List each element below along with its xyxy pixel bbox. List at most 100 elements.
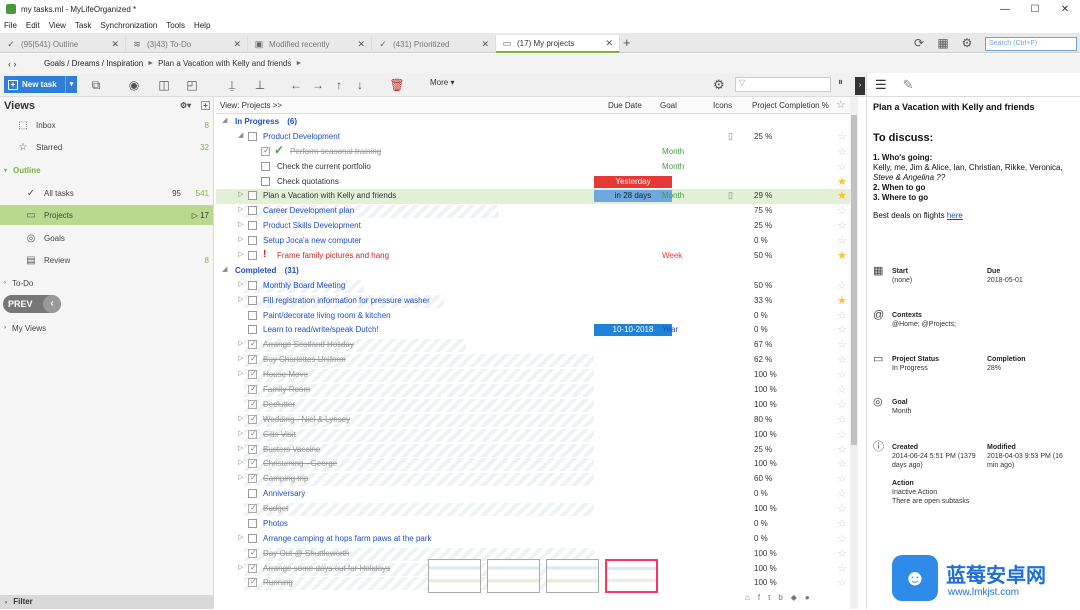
thumbnail[interactable] bbox=[605, 559, 658, 593]
due-date-column-header[interactable]: Due Date bbox=[608, 101, 642, 110]
table-row[interactable]: Anniversary 0 % ☆ bbox=[216, 487, 850, 502]
sidebar-item-all-tasks[interactable]: ✓ All tasks 95 541 bbox=[0, 183, 213, 203]
table-row[interactable]: ▷ House Move 100 % ☆ bbox=[216, 368, 850, 383]
star-icon[interactable]: ☆ bbox=[837, 576, 847, 589]
group-row-completed[interactable]: ◢ Completed (31) bbox=[216, 264, 850, 279]
checkbox[interactable] bbox=[248, 191, 257, 200]
sidebar-item-review[interactable]: ▤ Review 8 bbox=[0, 250, 213, 270]
hierarchy-icon[interactable]: ⊥ bbox=[252, 77, 268, 93]
table-row[interactable]: Paint/decorate living room & kitchen 0 %… bbox=[216, 309, 850, 324]
table-row[interactable]: ▷ Christening - George 100 % ☆ bbox=[216, 457, 850, 472]
scrollbar-thumb[interactable] bbox=[851, 115, 857, 445]
nav-arrows[interactable]: ‹ › bbox=[8, 59, 30, 69]
star-icon[interactable]: ☆ bbox=[837, 517, 847, 530]
home-icon[interactable]: ⌂ bbox=[745, 593, 750, 607]
share-icon[interactable]: ● bbox=[805, 593, 810, 607]
tree-icon[interactable]: ⍊ bbox=[224, 77, 240, 93]
checkbox[interactable] bbox=[261, 162, 270, 171]
task-name[interactable]: Declutter bbox=[263, 400, 295, 409]
add-view-icon[interactable]: + bbox=[201, 101, 210, 110]
star-icon[interactable]: ★ bbox=[837, 189, 847, 202]
close-tab-icon[interactable]: ✕ bbox=[111, 39, 119, 50]
checkbox[interactable] bbox=[248, 296, 257, 305]
checkbox[interactable] bbox=[248, 503, 257, 513]
filter-input[interactable]: ▽ bbox=[735, 77, 831, 92]
expand-icon[interactable]: ▷ bbox=[238, 414, 243, 422]
task-name[interactable]: Gills Visit bbox=[263, 430, 296, 439]
expand-icon[interactable]: ▷ bbox=[238, 190, 243, 198]
star-icon[interactable]: ☆ bbox=[837, 338, 847, 351]
star-icon[interactable]: ☆ bbox=[837, 323, 847, 336]
task-name[interactable]: Perform seasonal training bbox=[290, 147, 381, 156]
task-name[interactable]: Paint/decorate living room & kitchen bbox=[263, 311, 391, 320]
checkbox[interactable] bbox=[248, 132, 257, 141]
task-name[interactable]: Photos bbox=[263, 519, 288, 528]
columns-icon[interactable]: ⏸ bbox=[838, 77, 843, 88]
star-icon[interactable]: ☆ bbox=[837, 398, 847, 411]
star-icon[interactable]: ☆ bbox=[837, 309, 847, 322]
star-icon[interactable]: ☆ bbox=[836, 98, 846, 111]
task-name[interactable]: Buy Charlottes Uniform bbox=[263, 355, 346, 364]
checkbox[interactable] bbox=[248, 311, 257, 320]
checkbox[interactable] bbox=[248, 251, 257, 260]
expand-icon[interactable]: ▷ bbox=[238, 429, 243, 437]
star-icon[interactable]: ☆ bbox=[837, 279, 847, 292]
expand-icon[interactable]: ▷ bbox=[238, 563, 243, 571]
table-row[interactable]: Check the current portfolio Month ☆ bbox=[216, 160, 850, 175]
group-row-in-progress[interactable]: ◢ In Progress (6) bbox=[216, 115, 850, 130]
star-icon[interactable]: ☆ bbox=[837, 130, 847, 143]
paste-icon[interactable]: ◰ bbox=[184, 77, 200, 93]
task-name[interactable]: Monthly Board Meeting bbox=[263, 281, 345, 290]
tab-todo[interactable]: ≋ (3|43) To-Do ✕ bbox=[126, 35, 248, 53]
table-row[interactable]: ▷ Buy Charlottes Uniform 62 % ☆ bbox=[216, 353, 850, 368]
close-tab-icon[interactable]: ✕ bbox=[233, 39, 241, 50]
checkbox[interactable] bbox=[248, 281, 257, 290]
more-menu[interactable]: More ▾ bbox=[430, 78, 454, 87]
menu-file[interactable]: File bbox=[4, 21, 17, 30]
task-name[interactable]: Running bbox=[263, 578, 293, 587]
table-row[interactable]: Family Room 100 % ☆ bbox=[216, 383, 850, 398]
star-icon[interactable]: ☆ bbox=[837, 502, 847, 515]
expand-icon[interactable]: ▷ bbox=[238, 339, 243, 347]
vertical-scrollbar[interactable] bbox=[850, 97, 858, 609]
sidebar-item-projects[interactable]: ▭ Projects ▷ 17 bbox=[0, 205, 213, 225]
gear-icon[interactable]: ⚙ bbox=[713, 77, 725, 93]
task-name[interactable]: Arrange Scotland Holiday bbox=[263, 340, 354, 349]
expand-icon[interactable]: ▷ bbox=[238, 458, 243, 466]
checkbox[interactable] bbox=[261, 177, 270, 186]
minimize-button[interactable]: — bbox=[990, 0, 1020, 18]
checkbox[interactable] bbox=[248, 399, 257, 409]
checkbox[interactable] bbox=[248, 577, 257, 587]
close-button[interactable]: ✕ bbox=[1050, 0, 1080, 18]
checkbox[interactable] bbox=[248, 206, 257, 215]
view-column-header[interactable]: View: Projects >> bbox=[220, 101, 282, 110]
star-icon[interactable]: ☆ bbox=[837, 547, 847, 560]
star-icon[interactable]: ☆ bbox=[837, 532, 847, 545]
expand-icon[interactable]: ▷ bbox=[238, 354, 243, 362]
star-icon[interactable]: ☆ bbox=[837, 487, 847, 500]
gear-icon[interactable]: ⚙▾ bbox=[180, 101, 191, 110]
task-name[interactable]: Budget bbox=[263, 504, 288, 513]
task-name[interactable]: Plan a Vacation with Kelly and friends bbox=[263, 191, 396, 200]
expand-icon[interactable]: ▷ bbox=[238, 473, 243, 481]
arrow-left-icon[interactable]: ← bbox=[288, 77, 304, 93]
share-icon[interactable]: ◆ bbox=[791, 593, 797, 607]
table-row[interactable]: Photos 0 % ☆ bbox=[216, 517, 850, 532]
star-icon[interactable]: ☆ bbox=[837, 472, 847, 485]
share-icon[interactable]: f bbox=[758, 593, 760, 607]
close-tab-icon[interactable]: ✕ bbox=[481, 39, 489, 50]
arrow-right-icon[interactable]: → bbox=[310, 77, 326, 93]
add-subtask-icon[interactable]: ⧉ bbox=[88, 77, 104, 93]
checkbox[interactable] bbox=[248, 325, 257, 334]
star-icon[interactable]: ☆ bbox=[837, 443, 847, 456]
collapse-icon[interactable]: ◢ bbox=[222, 265, 227, 273]
checkbox[interactable] bbox=[248, 563, 257, 573]
trash-icon[interactable]: 🗑 bbox=[389, 77, 405, 93]
eye-icon[interactable]: ◉ bbox=[126, 77, 142, 93]
table-row[interactable]: ▷ Fill registration information for pres… bbox=[216, 294, 850, 309]
task-name[interactable]: Product Skills Development bbox=[263, 221, 361, 230]
star-icon[interactable]: ☆ bbox=[837, 204, 847, 217]
expand-icon[interactable]: ▷ bbox=[238, 250, 243, 258]
star-icon[interactable]: ☆ bbox=[837, 353, 847, 366]
notes[interactable]: To discuss: 1. Who's going: Kelly, me, J… bbox=[873, 133, 1078, 221]
